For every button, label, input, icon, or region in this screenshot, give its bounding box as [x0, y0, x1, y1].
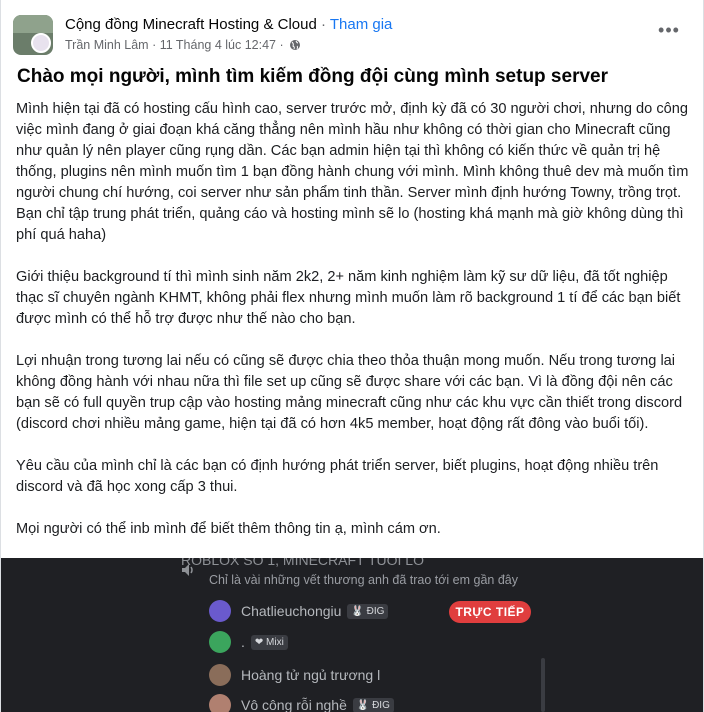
separator: · — [316, 16, 330, 33]
post-header: Cộng đồng Minecraft Hosting & Cloud · Th… — [13, 11, 691, 59]
group-name-link[interactable]: Cộng đồng Minecraft Hosting & Cloud — [65, 16, 317, 33]
discord-screenshot[interactable]: ROBLOX SỐ 1, MINECRAFT TUỔI LỒ Chỉ là và… — [1, 558, 703, 712]
voice-channel-name: ROBLOX SỐ 1, MINECRAFT TUỔI LỒ — [181, 558, 424, 568]
member-tag: ❤ Mixi — [250, 635, 288, 650]
author-avatar[interactable] — [31, 33, 51, 53]
meta-separator: · — [148, 38, 160, 52]
voice-channel-status: Chỉ là vài những vết thương anh đã trao … — [209, 573, 519, 587]
discord-icon — [209, 631, 231, 653]
post-card: Cộng đồng Minecraft Hosting & Cloud · Th… — [0, 0, 704, 712]
paragraph: Mình hiện tại đã có hosting cấu hình cao… — [16, 101, 689, 243]
live-badge: TRỰC TIẾP — [449, 601, 531, 623]
member-name-row: Chatlieuchongiu 🐰 ĐIG — [241, 603, 389, 619]
member-tag: 🐰 ĐIG — [352, 698, 394, 712]
paragraph: Yêu cầu của mình chỉ là các bạn có định … — [16, 458, 659, 495]
paragraph: Lợi nhuận trong tương lai nếu có cũng sẽ… — [16, 353, 683, 432]
group-line: Cộng đồng Minecraft Hosting & Cloud · Th… — [65, 16, 392, 33]
member-avatar — [209, 600, 231, 622]
author-name-link[interactable]: Trần Minh Lâm — [65, 38, 149, 52]
member-name-row: Vô công rỗi nghề 🐰 ĐIG — [241, 697, 394, 712]
globe-icon — [290, 40, 301, 50]
post-meta: Trần Minh Lâm · 11 Tháng 4 lúc 12:47 · — [65, 38, 301, 52]
member-name-row: . ❤ Mixi — [241, 634, 288, 650]
member-avatar — [209, 664, 231, 686]
more-options-button[interactable]: ••• — [655, 21, 683, 43]
member-name: Chatlieuchongiu — [241, 603, 342, 619]
member-name: Vô công rỗi nghề — [241, 697, 347, 712]
paragraph: Giới thiệu background tí thì mình sinh n… — [16, 269, 681, 327]
post-timestamp[interactable]: 11 Tháng 4 lúc 12:47 — [160, 38, 276, 52]
meta-separator-2: · — [276, 38, 288, 52]
member-avatar — [209, 694, 231, 712]
speaker-icon — [182, 564, 193, 576]
member-name-row: Hoàng tử ngủ trương l — [241, 667, 380, 683]
member-name: . — [241, 634, 245, 650]
group-avatar[interactable] — [13, 15, 53, 55]
post-body: Mình hiện tại đã có hosting cấu hình cao… — [16, 99, 696, 561]
post-title: Chào mọi người, mình tìm kiếm đồng đội c… — [17, 66, 608, 87]
join-group-button[interactable]: Tham gia — [330, 16, 393, 33]
member-name: Hoàng tử ngủ trương l — [241, 667, 381, 683]
avatar-background — [13, 15, 53, 33]
scrollbar[interactable] — [541, 658, 545, 712]
paragraph: Mọi người có thể inb mình để biết thêm t… — [16, 521, 441, 537]
member-tag: 🐰 ĐIG — [347, 604, 389, 619]
